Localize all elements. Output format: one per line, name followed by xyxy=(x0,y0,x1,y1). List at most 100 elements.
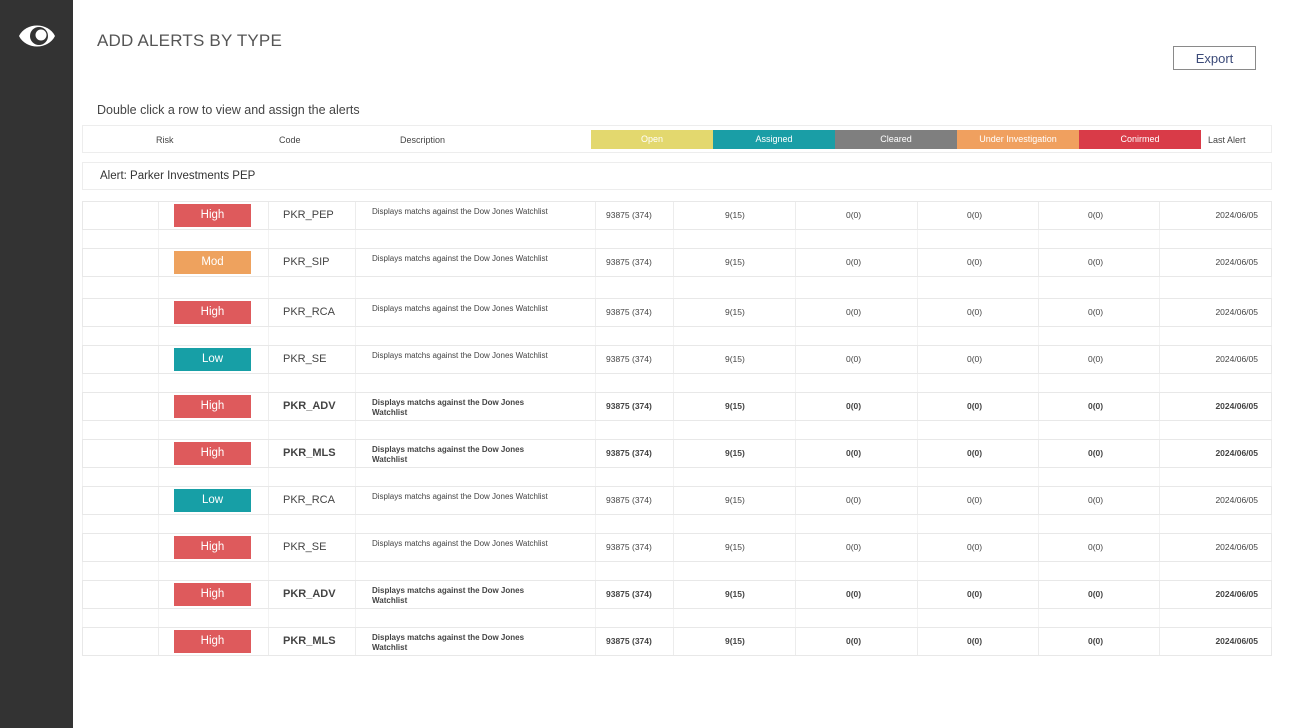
column-divider xyxy=(917,346,918,373)
table-row[interactable]: Low PKR_RCA Displays matchs against the Do… xyxy=(82,486,1272,515)
column-divider xyxy=(795,346,796,373)
risk-badge: High xyxy=(174,442,251,465)
table-row[interactable]: High PKR_MLS Displays matchs against the D… xyxy=(82,627,1272,656)
column-divider xyxy=(595,562,596,580)
column-divider xyxy=(1038,327,1039,345)
column-divider xyxy=(158,230,159,248)
cleared-count: 0(0) xyxy=(846,448,862,458)
alert-code: PKR_ADV xyxy=(283,400,336,412)
column-divider xyxy=(355,468,356,486)
column-divider xyxy=(917,421,918,439)
cleared-count: 0(0) xyxy=(846,257,862,267)
column-divider xyxy=(595,534,596,561)
open-count: 93875 (374) xyxy=(606,495,652,505)
risk-badge: High xyxy=(174,204,251,227)
column-divider xyxy=(1038,393,1039,420)
open-count: 93875 (374) xyxy=(606,307,652,317)
column-divider xyxy=(268,202,269,229)
alert-code: PKR_MLS xyxy=(283,635,336,647)
assigned-count: 9(15) xyxy=(725,401,745,411)
row-spacer xyxy=(82,515,1272,533)
open-count: 93875 (374) xyxy=(606,448,652,458)
column-divider xyxy=(355,393,356,420)
risk-badge: High xyxy=(174,536,251,559)
column-divider xyxy=(158,581,159,608)
column-divider xyxy=(1159,515,1160,533)
column-divider xyxy=(673,299,674,326)
column-divider xyxy=(268,421,269,439)
column-divider xyxy=(795,487,796,514)
last-alert-date: 2024/06/05 xyxy=(1215,307,1258,317)
assigned-count: 9(15) xyxy=(725,307,745,317)
column-divider xyxy=(355,628,356,655)
confirmed-count: 0(0) xyxy=(1088,636,1104,646)
column-header-under-investigation[interactable]: Under Investigation xyxy=(957,130,1079,149)
column-divider xyxy=(673,230,674,248)
column-divider xyxy=(355,202,356,229)
assigned-count: 9(15) xyxy=(725,257,745,267)
column-divider xyxy=(1038,487,1039,514)
column-header-cleared[interactable]: Cleared xyxy=(835,130,957,149)
column-divider xyxy=(268,515,269,533)
export-button[interactable]: Export xyxy=(1173,46,1256,70)
column-divider xyxy=(917,249,918,276)
table-row[interactable]: Low PKR_SE Displays matchs against the Dow… xyxy=(82,345,1272,374)
column-divider xyxy=(158,346,159,373)
alert-group-header[interactable]: Alert: Parker Investments PEP xyxy=(82,162,1272,190)
column-divider xyxy=(917,581,918,608)
table-row[interactable]: High PKR_ADV Displays matchs against the D… xyxy=(82,580,1272,609)
table-row[interactable]: Mod PKR_SIP Displays matchs against the Do… xyxy=(82,248,1272,277)
column-header-risk[interactable]: Risk xyxy=(156,126,174,152)
open-count: 93875 (374) xyxy=(606,542,652,552)
table-row[interactable]: High PKR_RCA Displays matchs against the D… xyxy=(82,298,1272,327)
column-header-assigned[interactable]: Assigned xyxy=(713,130,835,149)
under-investigation-count: 0(0) xyxy=(967,636,983,646)
row-spacer xyxy=(82,468,1272,486)
table-row[interactable]: High PKR_ADV Displays matchs against the D… xyxy=(82,392,1272,421)
column-divider xyxy=(355,327,356,345)
column-divider xyxy=(595,327,596,345)
column-divider xyxy=(1159,421,1160,439)
alert-code: PKR_RCA xyxy=(283,494,335,506)
column-header-confirmed[interactable]: Conirmed xyxy=(1079,130,1201,149)
column-header-description[interactable]: Description xyxy=(400,126,445,152)
last-alert-date: 2024/06/05 xyxy=(1215,542,1258,552)
column-divider xyxy=(1159,346,1160,373)
risk-badge: High xyxy=(174,630,251,653)
column-divider xyxy=(795,230,796,248)
column-header-last-alert[interactable]: Last Alert xyxy=(1208,126,1246,152)
column-divider xyxy=(673,440,674,467)
risk-badge: Mod xyxy=(174,251,251,274)
risk-badge: Low xyxy=(174,489,251,512)
column-divider xyxy=(917,393,918,420)
confirmed-count: 0(0) xyxy=(1088,448,1104,458)
cleared-count: 0(0) xyxy=(846,210,862,220)
sidebar xyxy=(0,0,73,728)
column-divider xyxy=(355,277,356,298)
column-divider xyxy=(595,515,596,533)
alert-code: PKR_PEP xyxy=(283,209,334,221)
row-spacer xyxy=(82,421,1272,439)
table-row[interactable]: High PKR_SE Displays matchs against the Do… xyxy=(82,533,1272,562)
column-divider xyxy=(795,515,796,533)
table-row[interactable]: High PKR_MLS Displays matchs against the D… xyxy=(82,439,1272,468)
risk-badge: High xyxy=(174,301,251,324)
column-divider xyxy=(1038,249,1039,276)
column-divider xyxy=(1038,299,1039,326)
alert-code: PKR_RCA xyxy=(283,306,335,318)
column-divider xyxy=(158,440,159,467)
column-divider xyxy=(595,421,596,439)
column-divider xyxy=(158,534,159,561)
column-header-open[interactable]: Open xyxy=(591,130,713,149)
table-row[interactable]: High PKR_PEP Displays matchs against the D… xyxy=(82,201,1272,230)
open-count: 93875 (374) xyxy=(606,354,652,364)
last-alert-date: 2024/06/05 xyxy=(1215,589,1258,599)
last-alert-date: 2024/06/05 xyxy=(1215,354,1258,364)
alert-description: Displays matchs against the Dow Jones Wa… xyxy=(372,398,525,417)
column-divider xyxy=(158,202,159,229)
eye-logo-icon[interactable] xyxy=(17,18,57,54)
column-divider xyxy=(595,628,596,655)
column-divider xyxy=(1038,277,1039,298)
column-divider xyxy=(1038,609,1039,627)
column-header-code[interactable]: Code xyxy=(279,126,301,152)
